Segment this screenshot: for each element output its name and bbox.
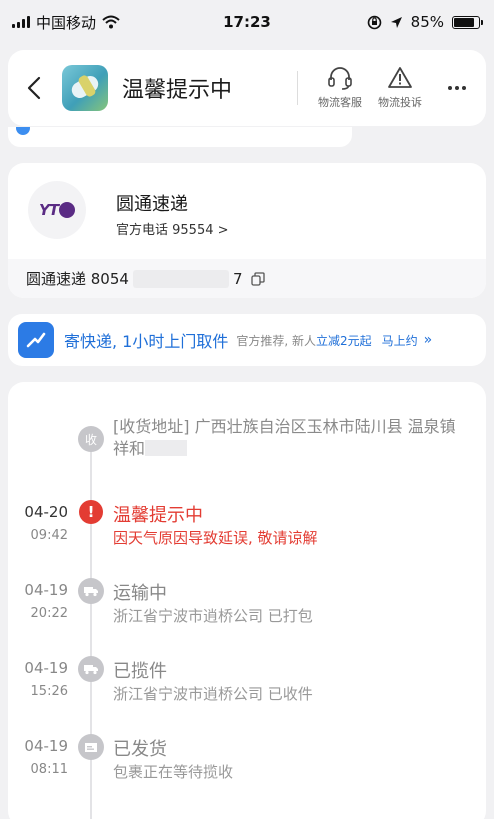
package-status-icon	[62, 65, 108, 111]
event-title: 已发货	[113, 739, 167, 760]
status-right: 85%	[367, 13, 483, 31]
event-date: 04-19	[24, 581, 68, 599]
more-dot	[462, 86, 466, 90]
back-button[interactable]	[20, 68, 48, 108]
more-button[interactable]	[442, 73, 472, 103]
promo-subtitle: 官方推荐, 新人立减2元起	[236, 332, 371, 349]
wifi-icon	[102, 15, 120, 29]
logo-mark	[59, 202, 76, 218]
event-desc: 浙江省宁波市逍桥公司 已打包	[113, 607, 313, 625]
headset-icon	[328, 67, 352, 90]
page-title: 温馨提示中	[122, 78, 233, 103]
event-title: 温馨提示中	[113, 505, 203, 526]
event-time: 09:42	[30, 528, 68, 543]
address-mask	[145, 440, 188, 456]
notice-icon	[16, 127, 30, 135]
notice-strip	[8, 127, 352, 147]
timeline-line	[90, 438, 92, 819]
signal-icon	[12, 16, 30, 28]
event-desc: 因天气原因导致延误, 敬请谅解	[113, 529, 318, 547]
battery-percent: 85%	[410, 13, 444, 31]
event-date: 04-20	[24, 503, 68, 521]
logo-text: YT	[38, 201, 59, 219]
logistics-complaint-button[interactable]: 物流投诉	[372, 66, 428, 110]
more-dot	[455, 86, 459, 90]
courier-phone-link[interactable]: 官方电话 95554 >	[116, 219, 229, 238]
tracking-number-row: 圆通速递 8054 7	[8, 259, 486, 298]
more-dot	[448, 86, 452, 90]
logistics-service-button[interactable]: 物流客服	[312, 66, 368, 110]
tracking-number-suffix: 7	[232, 269, 243, 288]
event-time: 15:26	[30, 684, 68, 699]
copy-icon[interactable]	[250, 271, 265, 286]
rotation-lock-icon	[367, 15, 381, 29]
event-date: 04-19	[24, 659, 68, 677]
event-time: 08:11	[30, 762, 68, 777]
logistics-complaint-label: 物流投诉	[378, 96, 422, 109]
status-left: 中国移动	[12, 12, 120, 33]
status-bar: 中国移动 17:23 85%	[0, 0, 494, 44]
event-date: 04-19	[24, 737, 68, 755]
courier-name: 圆通速递	[116, 194, 188, 215]
event-title: 运输中	[113, 583, 167, 604]
promo-title: 寄快递, 1小时上门取件	[64, 332, 229, 351]
promo-sub-prefix: 官方推荐, 新人	[236, 333, 316, 348]
promo-sub-highlight: 立减2元起	[316, 333, 372, 348]
chevron-left-icon	[27, 76, 41, 100]
promo-cta-button[interactable]: 马上约	[382, 332, 418, 349]
courier-card: YT 圆通速递 官方电话 95554 > 圆通速递 8054 7	[8, 163, 486, 298]
header-divider	[297, 71, 298, 105]
yto-logo: YT	[28, 181, 86, 239]
logistics-service-label: 物流客服	[318, 96, 362, 109]
warning-icon	[388, 67, 412, 88]
alert-icon: !	[79, 500, 103, 524]
header-bar: 温馨提示中 物流客服 物流投诉	[8, 50, 486, 126]
battery-icon	[452, 15, 483, 29]
address-node: 收	[78, 426, 104, 452]
battery-level	[454, 17, 475, 27]
tracking-number-prefix: 圆通速递 8054	[26, 270, 129, 288]
truck-icon	[78, 578, 104, 604]
location-icon	[390, 16, 402, 28]
event-title: 已揽件	[113, 661, 167, 682]
event-desc: 浙江省宁波市逍桥公司 已收件	[113, 685, 313, 703]
delivery-address: [收货地址] 广西壮族自治区玉林市陆川县 温泉镇 祥和	[113, 416, 463, 460]
event-time: 20:22	[30, 606, 68, 621]
tracking-number-mask	[132, 269, 229, 288]
parcel-icon	[78, 734, 104, 760]
carrier-label: 中国移动	[36, 13, 97, 32]
event-desc: 包裹正在等待揽收	[113, 763, 234, 781]
courier-promo-banner[interactable]: 寄快递, 1小时上门取件 官方推荐, 新人立减2元起 马上约 »	[8, 314, 486, 366]
tracking-timeline: 收 [收货地址] 广西壮族自治区玉林市陆川县 温泉镇 祥和 04-20 09:4…	[8, 382, 486, 819]
double-chevron-icon: »	[423, 332, 433, 348]
send-package-icon	[18, 322, 54, 358]
pickup-truck-icon	[78, 656, 104, 682]
